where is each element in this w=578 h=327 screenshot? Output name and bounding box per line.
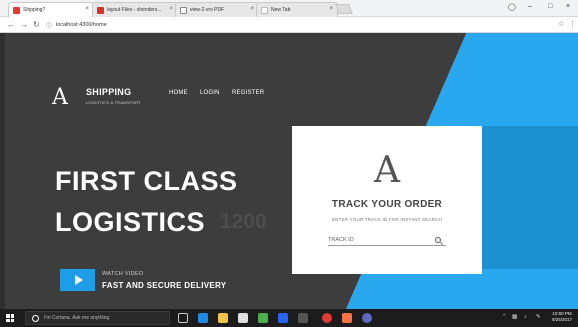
nav-login[interactable]: LOGIN [200,90,220,96]
delivery-headline: FAST AND SECURE DELIVERY [102,281,227,290]
reload-icon[interactable]: ↻ [33,20,40,29]
clock-date: 9/25/2017 [552,317,573,322]
window-close-icon[interactable]: × [566,3,570,10]
forward-icon[interactable]: → [20,20,28,29]
back-icon[interactable]: ← [7,20,15,29]
close-icon[interactable]: × [169,6,173,12]
tab-title: view-2.vro PDF [190,7,225,13]
address-bar-row: ← → ↻ ⓘ localhost:4300/home ☆ ⋮ [0,17,578,33]
tab-title: layout Files - shenders... [107,7,162,13]
card-logo-mark: A [374,150,400,191]
brand-tagline: LOGISTICS & TRANSPORT [86,100,141,105]
close-icon[interactable]: × [250,6,254,12]
play-video-button[interactable] [60,269,95,291]
app-icon[interactable] [258,313,268,323]
task-view-icon[interactable] [178,313,188,323]
browser-tab-layout-files[interactable]: layout Files - shenders... × [92,2,178,17]
minimize-icon[interactable]: – [528,3,532,10]
tray-chevron-icon[interactable]: ⌃ [502,314,507,320]
cortana-icon [32,315,39,322]
gmail-favicon-icon [97,7,104,14]
app-icon-blue[interactable] [362,313,372,323]
search-icon[interactable] [435,237,441,243]
maximize-icon[interactable]: □ [548,3,552,10]
chrome-icon[interactable] [322,313,332,323]
app-icon-orange[interactable] [342,313,352,323]
url-input[interactable]: ⓘ localhost:4300/home [46,20,551,31]
hero-ghost-number: 1200 [220,210,267,233]
browser-tab-pdf[interactable]: view-2.vro PDF × [175,2,259,17]
file-explorer-icon[interactable] [218,313,228,323]
system-clock[interactable]: 10:50 PM 9/25/2017 [552,311,572,323]
play-icon [75,275,83,285]
edge-browser-icon[interactable] [198,313,208,323]
network-icon[interactable]: ▩ [512,314,517,320]
hero-title-line2: LOGISTICS [55,207,206,237]
watch-video-label[interactable]: WATCH VIDEO [102,271,144,277]
nav-home[interactable]: HOME [169,90,188,96]
track-id-input[interactable] [328,234,446,246]
info-icon[interactable]: ⓘ [46,21,52,30]
vscode-icon[interactable] [278,313,288,323]
new-tab-button[interactable] [335,4,353,14]
logo-mark[interactable]: A [52,85,68,110]
windows-taskbar: I'm Cortana. Ask me anything. ⌃ ▩ ♪ ✎ 10… [0,309,578,327]
hero-title-line1: FIRST CLASS [55,166,238,196]
brand-name[interactable]: SHIPPING [86,87,131,97]
tab-title: New Tab [271,7,291,13]
tab-title: Shipping7 [23,7,46,13]
track-order-title: TRACK YOUR ORDER [331,199,443,210]
cortana-placeholder: I'm Cortana. Ask me anything. [44,315,111,321]
bookmark-star-icon[interactable]: ☆ [558,20,564,28]
browser-tab-new-tab[interactable]: New Tab × [256,2,338,17]
profile-icon[interactable]: ◯ [508,3,516,11]
landing-page: A SHIPPING LOGISTICS & TRANSPORT HOME LO… [5,33,578,309]
browser-tab-strip: Shipping7 × layout Files - shenders... ×… [0,0,578,17]
track-order-subtitle: ENTER YOUR TRACK ID FOR INSTANT SEARCH [331,217,443,222]
deep-blue-block [480,126,578,269]
close-icon[interactable]: × [85,6,89,12]
terminal-icon[interactable] [298,313,308,323]
page-favicon-icon [261,7,268,14]
shield-favicon-icon [13,7,20,14]
store-icon[interactable] [238,313,248,323]
windows-start-icon[interactable] [6,314,14,322]
track-order-card: A TRACK YOUR ORDER ENTER YOUR TRACK ID F… [292,126,482,274]
menu-kebab-icon[interactable]: ⋮ [569,20,576,28]
language-icon[interactable]: ✎ [536,314,541,320]
document-favicon-icon [180,7,187,14]
url-text: localhost:4300/home [56,22,107,28]
volume-icon[interactable]: ♪ [524,314,527,320]
nav-register[interactable]: REGISTER [232,90,264,96]
cortana-search-box[interactable]: I'm Cortana. Ask me anything. [25,311,170,325]
close-icon[interactable]: × [329,6,333,12]
browser-tab-shipping[interactable]: Shipping7 × [8,2,94,17]
